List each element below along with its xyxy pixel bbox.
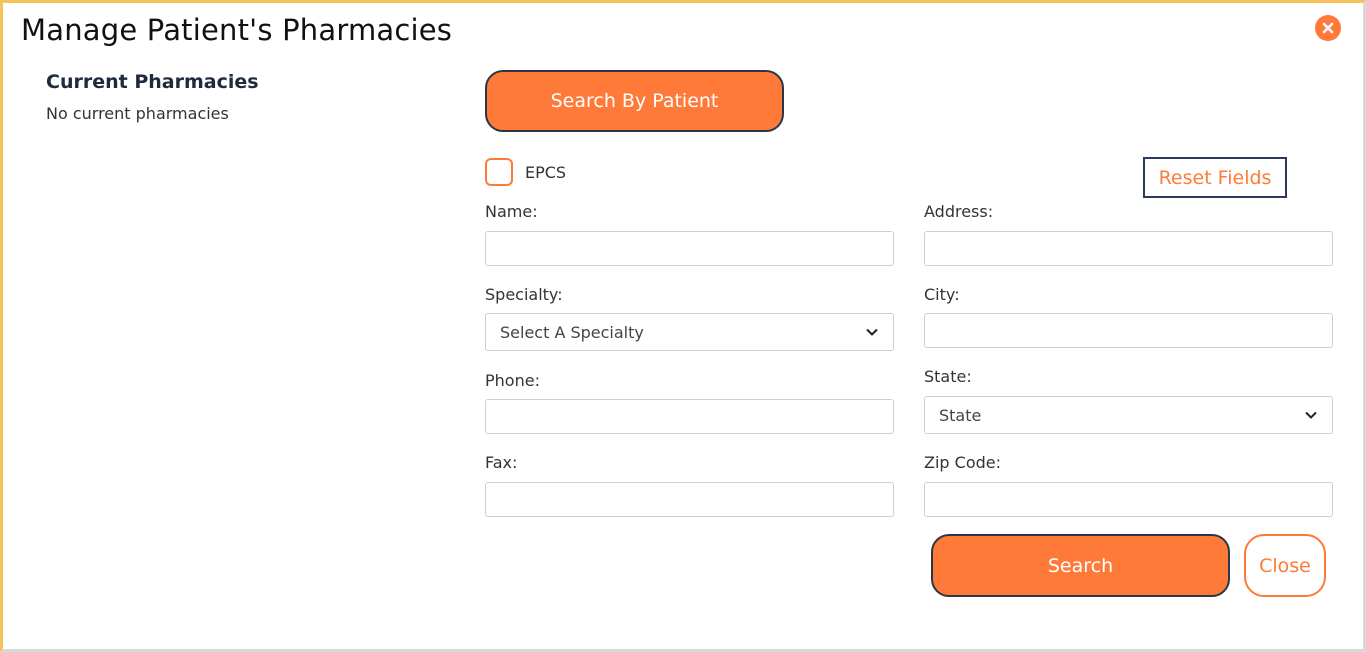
zip-code-input[interactable] — [924, 482, 1333, 517]
address-input[interactable] — [924, 231, 1333, 266]
current-pharmacies-heading: Current Pharmacies — [46, 71, 259, 93]
phone-label: Phone: — [485, 371, 540, 390]
close-button[interactable]: Close — [1244, 534, 1326, 597]
epcs-label: EPCS — [525, 163, 567, 182]
specialty-selected-value: Select A Specialty — [500, 322, 644, 342]
phone-input[interactable] — [485, 399, 894, 434]
modal-title: Manage Patient's Pharmacies — [21, 13, 453, 47]
chevron-down-icon — [866, 328, 878, 336]
name-input[interactable] — [485, 231, 894, 266]
reset-fields-button[interactable]: Reset Fields — [1143, 157, 1287, 198]
specialty-label: Specialty: — [485, 285, 563, 304]
search-button[interactable]: Search — [931, 534, 1230, 597]
state-label: State: — [924, 367, 972, 386]
close-icon[interactable] — [1315, 15, 1341, 41]
fax-input[interactable] — [485, 482, 894, 517]
city-label: City: — [924, 285, 960, 304]
specialty-select[interactable]: Select A Specialty — [485, 313, 894, 351]
state-select[interactable]: State — [924, 396, 1333, 434]
epcs-checkbox[interactable] — [485, 158, 513, 186]
state-selected-value: State — [939, 405, 982, 425]
city-input[interactable] — [924, 313, 1333, 348]
fax-label: Fax: — [485, 453, 518, 472]
search-by-patient-button[interactable]: Search By Patient — [485, 70, 784, 132]
no-pharmacies-text: No current pharmacies — [46, 104, 229, 123]
address-label: Address: — [924, 202, 994, 221]
close-x-glyph — [1322, 22, 1334, 34]
zip-code-label: Zip Code: — [924, 453, 1001, 472]
name-label: Name: — [485, 202, 538, 221]
chevron-down-icon — [1305, 411, 1317, 419]
manage-pharmacies-modal: Manage Patient's Pharmacies Current Phar… — [0, 0, 1366, 652]
